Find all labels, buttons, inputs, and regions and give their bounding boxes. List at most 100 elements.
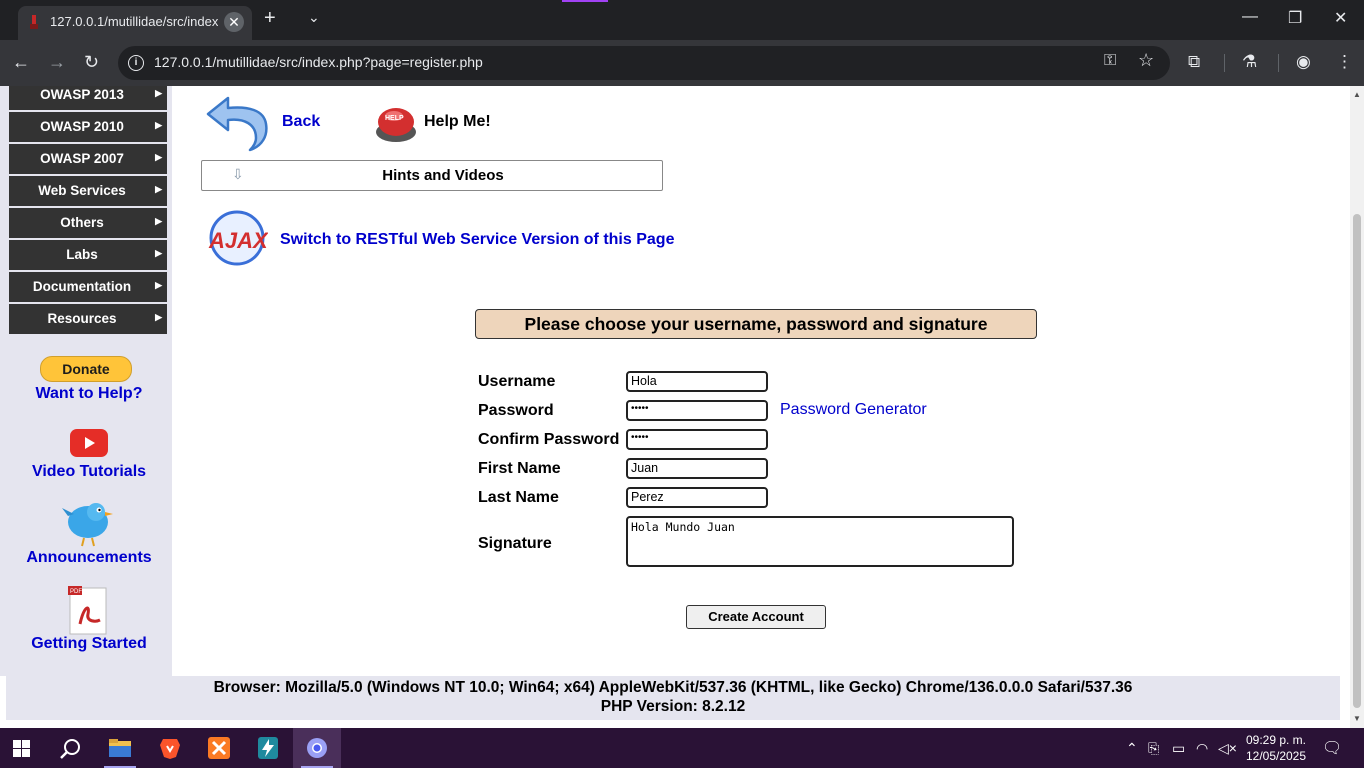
last-name-input[interactable]: Perez: [626, 487, 768, 508]
menu-others[interactable]: Others ▶: [9, 208, 167, 238]
url-text[interactable]: 127.0.0.1/mutillidae/src/index.php?page=…: [154, 54, 483, 70]
bookmark-star-icon[interactable]: ☆: [1138, 50, 1154, 71]
labs-flask-icon[interactable]: ⚗: [1242, 52, 1257, 72]
help-button-icon[interactable]: HELP: [374, 102, 418, 146]
password-label: Password: [478, 402, 554, 419]
video-tutorials-link[interactable]: Video Tutorials: [3, 463, 175, 481]
create-account-button[interactable]: Create Account: [686, 605, 826, 629]
menu-label: OWASP 2007: [40, 151, 124, 166]
confirm-password-input[interactable]: •••••: [626, 429, 768, 450]
donate-button[interactable]: Donate: [40, 356, 132, 382]
menu-resources[interactable]: Resources ▶: [9, 304, 167, 334]
menu-label: Labs: [66, 247, 98, 262]
username-input[interactable]: Hola: [626, 371, 768, 392]
menu-label: Web Services: [38, 183, 126, 198]
arrow-right-icon: ▶: [155, 216, 162, 226]
back-arrow-icon[interactable]: ←: [12, 52, 30, 73]
browser-tabstrip: 127.0.0.1/mutillidae/src/index.p ✕ + ⌄ —…: [0, 0, 1364, 40]
getting-started-link[interactable]: Getting Started: [3, 635, 175, 653]
extensions-icon[interactable]: ⧉: [1188, 52, 1200, 72]
tab-group-indicator: [562, 0, 608, 2]
toolbar-separator: [1224, 54, 1225, 72]
profile-icon[interactable]: ◉: [1296, 52, 1311, 72]
scroll-thumb[interactable]: [1353, 214, 1361, 708]
menu-label: OWASP 2010: [40, 119, 124, 134]
page-viewport: OWASP 2013 ▶ OWASP 2010 ▶ OWASP 2007 ▶ Web …: [0, 86, 1350, 728]
browser-tab[interactable]: 127.0.0.1/mutillidae/src/index.p ✕: [18, 6, 252, 40]
chevron-up-icon[interactable]: ⌃: [1126, 740, 1138, 757]
scroll-down-arrow-icon[interactable]: ▼: [1353, 714, 1361, 723]
arrow-right-icon: ▶: [155, 120, 162, 130]
browser-toolbar: ← → ↻ i 127.0.0.1/mutillidae/src/index.p…: [0, 40, 1364, 86]
php-version-text: PHP Version: 8.2.12: [600, 698, 746, 715]
menu-documentation[interactable]: Documentation ▶: [9, 272, 167, 302]
search-icon[interactable]: [60, 738, 82, 760]
device-icon[interactable]: ⎘: [1148, 740, 1159, 757]
lightning-icon: [258, 737, 278, 759]
address-bar[interactable]: i 127.0.0.1/mutillidae/src/index.php?pag…: [118, 46, 1170, 80]
xampp-icon: [208, 737, 230, 759]
menu-label: OWASP 2013: [40, 87, 124, 102]
clock-date: 12/05/2025: [1245, 749, 1307, 763]
password-input[interactable]: •••••: [626, 400, 768, 421]
tab-search-chevron-icon[interactable]: ⌄: [308, 9, 320, 26]
menu-label: Resources: [47, 311, 117, 326]
chrome-icon: [307, 738, 327, 758]
back-arrow-icon[interactable]: [206, 92, 270, 152]
browser-info-text: Browser: Mozilla/5.0 (Windows NT 10.0; W…: [213, 679, 1133, 696]
arrow-right-icon: ▶: [155, 88, 162, 98]
password-generator-link[interactable]: Password Generator: [780, 401, 927, 419]
menu-kebab-icon[interactable]: ⋮: [1336, 52, 1353, 72]
file-explorer-app[interactable]: [96, 728, 144, 768]
password-key-icon[interactable]: ⚿: [1104, 52, 1116, 70]
signature-textarea[interactable]: Hola Mundo Juan: [626, 516, 1014, 567]
chrome-app[interactable]: [293, 728, 341, 768]
windows-taskbar: ⌃ ⎘ ▭ ◠ ◁× 09:29 p. m. 12/05/2025 🗨: [0, 728, 1364, 768]
youtube-icon[interactable]: [70, 429, 108, 457]
username-label: Username: [478, 373, 556, 390]
arrow-right-icon: ▶: [155, 248, 162, 258]
close-window-icon[interactable]: ✕: [1334, 8, 1347, 28]
scroll-up-arrow-icon[interactable]: ▲: [1353, 90, 1361, 99]
battery-icon[interactable]: ▭: [1172, 740, 1185, 757]
minimize-icon[interactable]: —: [1242, 8, 1258, 26]
toolbar-separator: [1278, 54, 1279, 72]
forward-arrow-icon[interactable]: →: [48, 52, 66, 73]
ajax-logo-icon[interactable]: AJAX: [206, 210, 268, 266]
new-tab-button[interactable]: +: [264, 8, 276, 28]
xampp-app[interactable]: [195, 728, 243, 768]
last-name-label: Last Name: [478, 489, 559, 506]
menu-owasp-2013[interactable]: OWASP 2013 ▶: [9, 86, 167, 110]
page-scrollbar[interactable]: ▲ ▼: [1350, 86, 1364, 728]
volume-muted-icon[interactable]: ◁×: [1218, 740, 1237, 757]
svg-text:AJAX: AJAX: [208, 228, 268, 253]
hints-label: Hints and Videos: [382, 167, 504, 184]
brave-app[interactable]: [146, 728, 194, 768]
windows-start-icon[interactable]: [13, 740, 30, 757]
menu-label: Documentation: [32, 279, 132, 294]
want-to-help-link[interactable]: Want to Help?: [3, 385, 175, 403]
twitter-bird-icon[interactable]: [62, 498, 114, 548]
wifi-icon[interactable]: ◠: [1196, 740, 1208, 757]
tab-close-icon[interactable]: ✕: [224, 12, 244, 32]
pdf-document-icon[interactable]: PDF: [66, 586, 110, 636]
hints-and-videos-toggle[interactable]: ⇩ Hints and Videos: [201, 160, 663, 191]
site-info-icon[interactable]: i: [128, 55, 144, 71]
menu-owasp-2007[interactable]: OWASP 2007 ▶: [9, 144, 167, 174]
announcements-link[interactable]: Announcements: [3, 549, 175, 567]
bolt-app[interactable]: [244, 728, 292, 768]
system-clock[interactable]: 09:29 p. m. 12/05/2025: [1240, 732, 1312, 764]
menu-labs[interactable]: Labs ▶: [9, 240, 167, 270]
page-footer: Browser: Mozilla/5.0 (Windows NT 10.0; W…: [6, 676, 1340, 720]
notifications-icon[interactable]: 🗨: [1322, 738, 1342, 758]
first-name-input[interactable]: Juan: [626, 458, 768, 479]
restore-icon[interactable]: ❐: [1288, 8, 1302, 28]
help-me-link[interactable]: Help Me!: [424, 113, 491, 131]
folder-icon: [109, 739, 131, 757]
menu-web-services[interactable]: Web Services ▶: [9, 176, 167, 206]
reload-icon[interactable]: ↻: [84, 52, 99, 73]
menu-owasp-2010[interactable]: OWASP 2010 ▶: [9, 112, 167, 142]
restful-switch-link[interactable]: Switch to RESTful Web Service Version of…: [280, 231, 674, 249]
tab-title: 127.0.0.1/mutillidae/src/index.p: [50, 14, 218, 29]
back-link[interactable]: Back: [282, 113, 320, 131]
